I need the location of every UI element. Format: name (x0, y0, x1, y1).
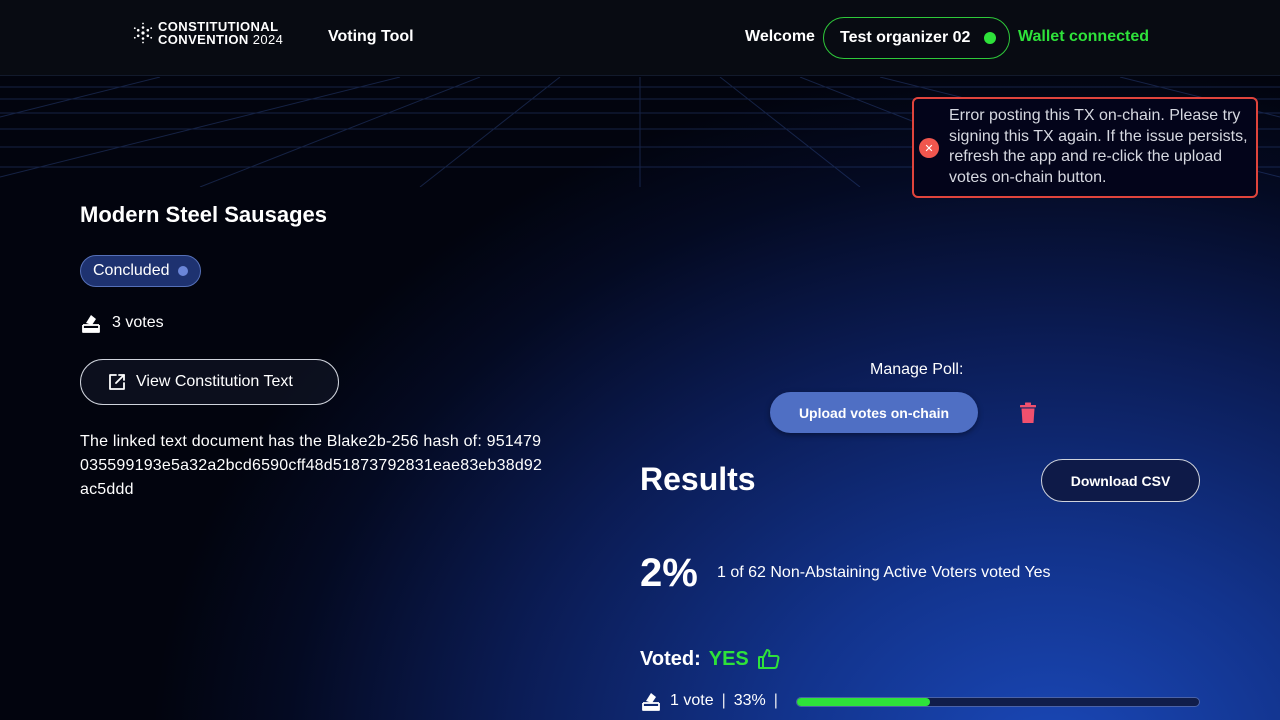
voted-summary: Voted: YES (640, 647, 781, 671)
app-name-link[interactable]: Voting Tool (328, 28, 414, 46)
tally-percent: 33% (733, 692, 766, 709)
connected-status-dot (984, 32, 997, 44)
error-message: Error posting this TX on-chain. Please t… (949, 107, 1248, 186)
tally-votes: 1 vote (670, 692, 714, 709)
upload-votes-button[interactable]: Upload votes on-chain (770, 392, 978, 433)
status-badge: Concluded (80, 255, 201, 287)
tally-separator: | (773, 692, 778, 709)
view-constitution-label: View Constitution Text (136, 373, 293, 390)
top-nav-bar: CONSTITUTIONAL CONVENTION 2024 Voting To… (0, 0, 1280, 76)
status-label: Concluded (93, 262, 170, 279)
voted-label: Voted: (640, 647, 701, 670)
logo-text: CONSTITUTIONAL CONVENTION 2024 (158, 20, 283, 46)
ballot-box-icon (82, 315, 100, 333)
ballot-box-icon (642, 693, 660, 711)
logo-year: 2024 (252, 32, 284, 47)
download-csv-button[interactable]: Download CSV (1041, 459, 1200, 502)
hash-text: The linked text document has the Blake2b… (80, 433, 543, 498)
tally-separator: | (721, 692, 726, 709)
cardano-logo-icon (133, 22, 153, 44)
trash-icon[interactable] (1018, 402, 1038, 424)
wallet-status: Wallet connected (1018, 28, 1149, 45)
yes-progress-bar (796, 697, 1200, 707)
poll-title: Modern Steel Sausages (80, 202, 327, 227)
external-link-icon (109, 374, 125, 390)
vote-count: 3 votes (80, 312, 164, 334)
status-dot (177, 266, 188, 276)
view-constitution-button[interactable]: View Constitution Text (80, 359, 339, 405)
logo-line-2: CONVENTION (158, 32, 249, 47)
vote-count-label: 3 votes (112, 314, 164, 331)
thumbs-up-icon (757, 649, 780, 669)
yes-percentage: 2% (640, 551, 698, 595)
x-icon: ✕ (919, 138, 939, 158)
results-heading: Results (640, 461, 756, 497)
welcome-label: Welcome (745, 28, 815, 45)
yes-tally: 1 vote | 33% | (640, 690, 778, 712)
manage-poll-label: Manage Poll: (870, 361, 964, 378)
voted-value: YES (708, 647, 749, 670)
logo[interactable]: CONSTITUTIONAL CONVENTION 2024 (132, 20, 283, 46)
user-account-button[interactable]: Test organizer 02 (823, 17, 1010, 59)
error-toast[interactable]: ✕ Error posting this TX on-chain. Please… (912, 97, 1258, 198)
user-name: Test organizer 02 (840, 29, 971, 46)
yes-progress-fill (797, 698, 930, 706)
result-description: 1 of 62 Non-Abstaining Active Voters vot… (717, 564, 1051, 581)
